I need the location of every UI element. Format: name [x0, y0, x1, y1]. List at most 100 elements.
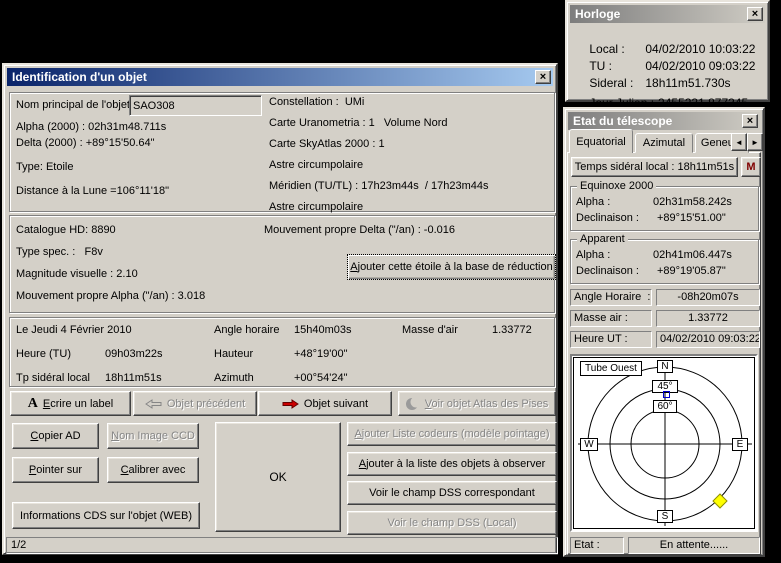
- constellation-label: Constellation : UMi: [269, 96, 364, 109]
- desktop: { "icons": { "close": "×", "tab_prev": "…: [0, 0, 781, 563]
- target-marker-icon: [713, 494, 727, 508]
- azimuth-value: +00°54'24": [294, 372, 348, 385]
- apparent-dec-label: Declinaison :: [576, 265, 639, 277]
- tab-scroll-right-icon[interactable]: ►: [747, 133, 763, 151]
- circumpolar-label-1: Astre circumpolaire: [269, 159, 363, 172]
- altitude-60-label: 60°: [653, 400, 677, 413]
- masse-air-label: Masse d'air: [402, 324, 458, 337]
- letter-a-icon: A: [28, 396, 38, 412]
- masse-air-row-value: 1.33772: [656, 310, 760, 327]
- telescope-window: Etat du télescope × Equatorial Azimutal …: [563, 107, 765, 557]
- calibrer-avec-button[interactable]: Calibrer avec: [107, 457, 199, 483]
- apparent-group: Apparent Alpha : 02h41m06.447s Declinais…: [570, 239, 759, 284]
- horloge-window: Horloge × Local :04/02/2010 10:03:22 TU …: [565, 0, 770, 102]
- infos-cds-button[interactable]: Informations CDS sur l'objet (WEB): [12, 502, 200, 529]
- object-name-label: Nom principal de l'objet: [16, 99, 130, 112]
- identification-titlebar[interactable]: Identification d'un objet ×: [7, 68, 553, 86]
- date-label: Le Jeudi 4 Février 2010: [16, 324, 132, 337]
- moon-distance-label: Distance à la Lune =106°11'18": [16, 185, 169, 198]
- close-icon[interactable]: ×: [535, 70, 551, 84]
- circumpolar-label-2: Astre circumpolaire: [269, 201, 363, 214]
- copier-ad-button[interactable]: Copier AD: [12, 423, 99, 449]
- nom-image-ccd-button[interactable]: Nom Image CCD: [107, 423, 199, 449]
- delta-2000-label: Delta (2000) : +89°15'50.64": [16, 137, 155, 150]
- ecrire-label-button[interactable]: A Ecrire un label: [10, 391, 131, 416]
- apparent-dec-value: +89°19'05.87": [657, 265, 726, 277]
- equinoxe-dec-label: Declinaison :: [576, 212, 639, 224]
- telescope-title: Etat du télescope: [573, 114, 672, 128]
- heure-ut-row-label: Heure UT :: [570, 331, 652, 348]
- tab-equatorial[interactable]: Equatorial: [569, 129, 633, 153]
- compass-east-label: E: [732, 438, 748, 451]
- angle-horaire-row-label: Angle Horaire :: [570, 289, 652, 306]
- calibrer-avec-text: Calibrer avec: [121, 464, 186, 476]
- heure-tu-label: Heure (TU): [16, 348, 71, 361]
- voir-dss-text: Voir le champ DSS correspondant: [369, 487, 535, 499]
- tab-equatorial-label: Equatorial: [576, 136, 626, 148]
- voir-atlas-text: Voir objet Atlas des Pises: [425, 398, 549, 410]
- ajouter-codeurs-button[interactable]: Ajouter Liste codeurs (modèle pointage): [347, 422, 557, 446]
- equinoxe-2000-group: Equinoxe 2000 Alpha : 02h31m58.242s Decl…: [570, 186, 759, 231]
- ajouter-liste-button[interactable]: Ajouter à la liste des objets à observer: [347, 452, 557, 476]
- voir-dss-local-text: Voir le champ DSS (Local): [388, 517, 517, 529]
- masse-air-value: 1.33772: [492, 324, 532, 337]
- ajouter-codeurs-text: Ajouter Liste codeurs (modèle pointage): [354, 428, 549, 440]
- tab-azimutal-label: Azimutal: [643, 137, 685, 149]
- equinoxe-2000-legend: Equinoxe 2000: [577, 180, 656, 193]
- hauteur-label: Hauteur: [214, 348, 253, 361]
- skyatlas-label: Carte SkyAtlas 2000 : 1: [269, 138, 385, 151]
- masse-air-row-label: Masse air :: [570, 310, 652, 327]
- telescope-titlebar[interactable]: Etat du télescope ×: [568, 112, 760, 130]
- equinoxe-alpha-label: Alpha :: [576, 196, 610, 208]
- moon-icon: [406, 397, 420, 411]
- pointer-sur-button[interactable]: Pointer sur: [12, 457, 99, 483]
- tab-scroll-left-icon[interactable]: ◄: [731, 133, 747, 151]
- angle-horaire-row-value: -08h20m07s: [656, 289, 760, 306]
- alpha-2000-label: Alpha (2000) : 02h31m48.711s: [16, 121, 166, 134]
- objet-precedent-button[interactable]: Objet précédent: [133, 391, 257, 416]
- tube-ouest-label: Tube Ouest: [580, 361, 642, 376]
- m-button-text: M: [746, 161, 755, 173]
- object-type-label: Type: Etoile: [16, 161, 73, 174]
- compass-south-label: S: [657, 510, 673, 523]
- voir-atlas-button[interactable]: Voir objet Atlas des Pises: [398, 391, 556, 416]
- voir-dss-local-button[interactable]: Voir le champ DSS (Local): [347, 511, 557, 535]
- horloge-titlebar[interactable]: Horloge ×: [570, 5, 765, 23]
- heure-ut-row-value: 04/02/2010 09:03:22: [656, 331, 760, 348]
- hauteur-value: +48°19'00": [294, 348, 348, 361]
- ok-button[interactable]: OK: [215, 422, 341, 532]
- close-icon[interactable]: ×: [747, 7, 763, 21]
- apparent-legend: Apparent: [577, 233, 628, 246]
- tab-azimutal[interactable]: Azimutal: [635, 133, 693, 153]
- uranometria-label: Carte Uranometria : 1 Volume Nord: [269, 117, 448, 130]
- magnitude-label: Magnitude visuelle : 2.10: [16, 268, 138, 281]
- type-spec-label: Type spec. : F8v: [16, 246, 103, 259]
- m-button[interactable]: M: [741, 157, 761, 177]
- angle-horaire-value: 15h40m03s: [294, 324, 352, 337]
- pointing-diagram-frame: Tube Ouest N S W E 45° 60°: [573, 357, 755, 529]
- apparent-alpha-label: Alpha :: [576, 249, 610, 261]
- arrow-right-icon: [282, 399, 299, 409]
- heure-tu-value: 09h03m22s: [105, 348, 163, 361]
- voir-dss-button[interactable]: Voir le champ DSS correspondant: [347, 481, 557, 505]
- object-name-input[interactable]: [129, 95, 262, 116]
- tp-sideral-value: 18h11m51s: [105, 372, 162, 385]
- ecrire-label-text: Ecrire un label: [43, 398, 113, 410]
- dialog-title: Identification d'un objet: [12, 70, 147, 84]
- objet-suivant-text: Objet suivant: [304, 398, 368, 410]
- arrow-left-icon: [145, 399, 162, 409]
- apparent-alpha-value: 02h41m06.447s: [653, 249, 732, 261]
- infos-cds-text: Informations CDS sur l'objet (WEB): [20, 510, 192, 522]
- temps-sideral-button[interactable]: Temps sidéral local : 18h11m51s: [571, 157, 738, 177]
- close-icon[interactable]: ×: [742, 114, 758, 128]
- objet-suivant-button[interactable]: Objet suivant: [258, 391, 392, 416]
- status-bar: 1/2: [6, 537, 558, 554]
- copier-ad-text: Copier AD: [30, 430, 80, 442]
- telescope-position-marker-icon: [663, 391, 670, 398]
- add-reduction-button[interactable]: Ajouter cette étoile à la base de réduct…: [347, 254, 556, 280]
- pm-delta-label: Mouvement propre Delta ("/an) : -0.016: [264, 224, 455, 237]
- catalogue-hd-label: Catalogue HD: 8890: [16, 224, 116, 237]
- etat-label: Etat :: [570, 537, 624, 554]
- identification-dialog: Identification d'un objet × Nom principa…: [2, 63, 558, 555]
- add-reduction-label: Ajouter cette étoile à la base de réduct…: [350, 261, 552, 273]
